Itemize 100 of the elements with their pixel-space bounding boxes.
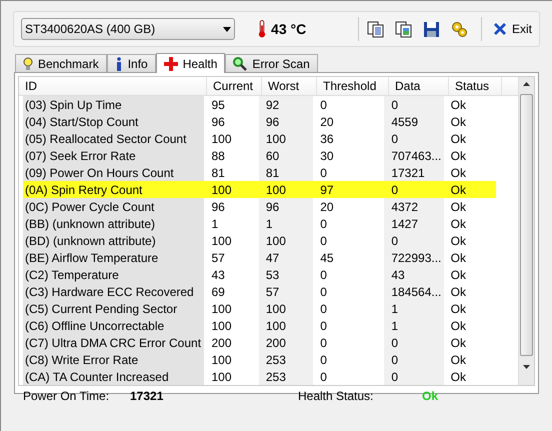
table-cell: 1: [384, 300, 444, 317]
table-cell-text: Ok: [450, 232, 467, 249]
column-header[interactable]: Current: [207, 77, 262, 95]
table-cell-text: 20: [319, 198, 335, 215]
table-cell-text: 200: [210, 334, 233, 351]
table-cell-text: 88: [210, 148, 226, 164]
table-cell-text: Ok: [450, 300, 467, 317]
table-row[interactable]: (04) Start/Stop Count 96 96 20 4559 Ok: [23, 113, 496, 130]
table-cell-text: 1: [210, 216, 220, 232]
table-cell: 707463...: [384, 147, 444, 164]
table-row[interactable]: (CA) TA Counter Increased 100 253 0 0 Ok: [23, 368, 496, 385]
table-cell: 100: [258, 130, 314, 147]
save-icon[interactable]: [423, 20, 440, 38]
table-cell: 60: [258, 147, 314, 164]
column-header[interactable]: Worst: [262, 77, 317, 95]
table-cell: (0C) Power Cycle Count: [23, 198, 204, 215]
thermometer-icon: [258, 19, 266, 39]
table-row[interactable]: (03) Spin Up Time 95 92 0 0 Ok: [23, 96, 496, 113]
table-row[interactable]: (0C) Power Cycle Count 96 96 20 4372 Ok: [23, 198, 496, 215]
table-row[interactable]: (C5) Current Pending Sector 100 100 0 1 Ok: [23, 300, 496, 317]
table-cell: 1427: [384, 215, 444, 232]
table-cell-text: 0: [319, 96, 328, 113]
table-cell-text: Ok: [450, 352, 467, 368]
table-cell: 57: [258, 283, 314, 300]
scrollbar[interactable]: [518, 77, 534, 385]
table-row[interactable]: (C8) Write Error Rate 100 253 0 0 Ok: [23, 351, 496, 368]
table-cell: (C7) Ultra DMA CRC Error Count: [23, 334, 204, 351]
table-cell-text: 43: [210, 266, 226, 283]
tab[interactable]: Health: [156, 53, 226, 73]
table-cell-text: Ok: [450, 216, 467, 232]
gears-icon[interactable]: [451, 20, 468, 38]
exit-button[interactable]: Exit: [494, 20, 532, 38]
table-cell-text: 0: [319, 334, 328, 351]
table-cell: 0: [384, 130, 444, 147]
table-cell-text: 0: [319, 300, 328, 317]
table-row[interactable]: (C2) Temperature 43 53 0 43 Ok: [23, 266, 496, 283]
table-cell-text: 0: [319, 216, 328, 232]
table-cell-text: 69: [210, 284, 226, 300]
table-cell: 100: [258, 232, 314, 249]
dropdown-arrow-icon: [223, 26, 232, 32]
table-row[interactable]: (BB) (unknown attribute) 1 1 0 1427 Ok: [23, 215, 496, 232]
table-cell: 0: [384, 351, 444, 368]
table-cell: 253: [258, 368, 314, 385]
table-cell-text: 100: [210, 232, 233, 249]
scrollbar-thumb[interactable]: [520, 94, 533, 356]
table-cell: 0: [384, 368, 444, 385]
table-row[interactable]: (0A) Spin Retry Count 100 100 97 0 Ok: [23, 181, 496, 198]
tab[interactable]: Info: [106, 54, 156, 72]
table-cell-text: Ok: [450, 182, 467, 198]
table-row[interactable]: (C7) Ultra DMA CRC Error Count 200 200 0 0 Ok: [23, 334, 496, 351]
table-cell-text: 0: [319, 368, 328, 385]
table-cell: (07) Seek Error Rate: [23, 147, 204, 164]
scroll-down-icon[interactable]: [523, 365, 530, 369]
table-cell-text: 100: [210, 352, 233, 368]
table-cell: (C6) Offline Uncorrectable: [23, 317, 204, 334]
table-cell: 200: [258, 334, 314, 351]
table-cell-text: Ok: [450, 250, 467, 266]
column-header[interactable]: Data: [389, 77, 449, 95]
tab[interactable]: Benchmark: [15, 54, 107, 72]
table-row[interactable]: (BD) (unknown attribute) 100 100 0 0 Ok: [23, 232, 496, 249]
table-cell: 100: [258, 317, 314, 334]
table-cell-text: 100: [264, 182, 287, 198]
table-row[interactable]: (09) Power On Hours Count 81 81 0 17321 Ok: [23, 164, 496, 181]
table-row[interactable]: (C3) Hardware ECC Recovered 69 57 0 184564... Ok: [23, 283, 496, 300]
table-row[interactable]: (BE) Airflow Temperature 57 47 45 722993... Ok: [23, 249, 496, 266]
table-row[interactable]: (C6) Offline Uncorrectable 100 100 0 1 Ok: [23, 317, 496, 334]
column-header[interactable]: Threshold: [317, 77, 389, 95]
scroll-up-icon[interactable]: [523, 82, 530, 86]
table-cell-text: 100: [210, 318, 233, 334]
table-cell: (05) Reallocated Sector Count: [23, 130, 204, 147]
tab[interactable]: Error Scan: [225, 54, 318, 72]
close-icon: [494, 23, 506, 35]
power-on-label: Power On Time:: [23, 388, 110, 405]
copy-image-icon[interactable]: [395, 20, 412, 38]
table-cell: 1: [258, 215, 314, 232]
column-header[interactable]: Status: [449, 77, 502, 95]
table-cell-text: Ok: [450, 368, 467, 385]
table-cell: (BB) (unknown attribute): [23, 215, 204, 232]
table-cell: (BD) (unknown attribute): [23, 232, 204, 249]
table-cell: 92: [258, 96, 314, 113]
table-cell-text: 30: [319, 148, 335, 164]
copy-text-icon[interactable]: [367, 20, 384, 38]
table-cell-text: Ok: [450, 198, 467, 215]
table-cell: 4559: [384, 113, 444, 130]
drive-dropdown[interactable]: ST3400620AS (400 GB): [21, 18, 236, 40]
table-cell-text: 0: [319, 266, 328, 283]
table-row[interactable]: (05) Reallocated Sector Count 100 100 36 0 Ok: [23, 130, 496, 147]
table-cell-text: Ok: [450, 114, 467, 130]
table-cell: 43: [384, 266, 444, 283]
magnifier-icon: [233, 56, 248, 70]
table-cell-text: 97: [319, 182, 335, 198]
health-cross-icon: [164, 56, 178, 70]
table-cell: (C2) Temperature: [23, 266, 204, 283]
table-row[interactable]: (07) Seek Error Rate 88 60 30 707463... Ok: [23, 147, 496, 164]
table-cell: 96: [258, 198, 314, 215]
column-header[interactable]: ID: [19, 77, 207, 95]
health-status-value: Ok: [422, 388, 438, 405]
table-cell: 184564...: [384, 283, 444, 300]
table-cell: 4372: [384, 198, 444, 215]
table-cell-text: Ok: [450, 284, 467, 300]
